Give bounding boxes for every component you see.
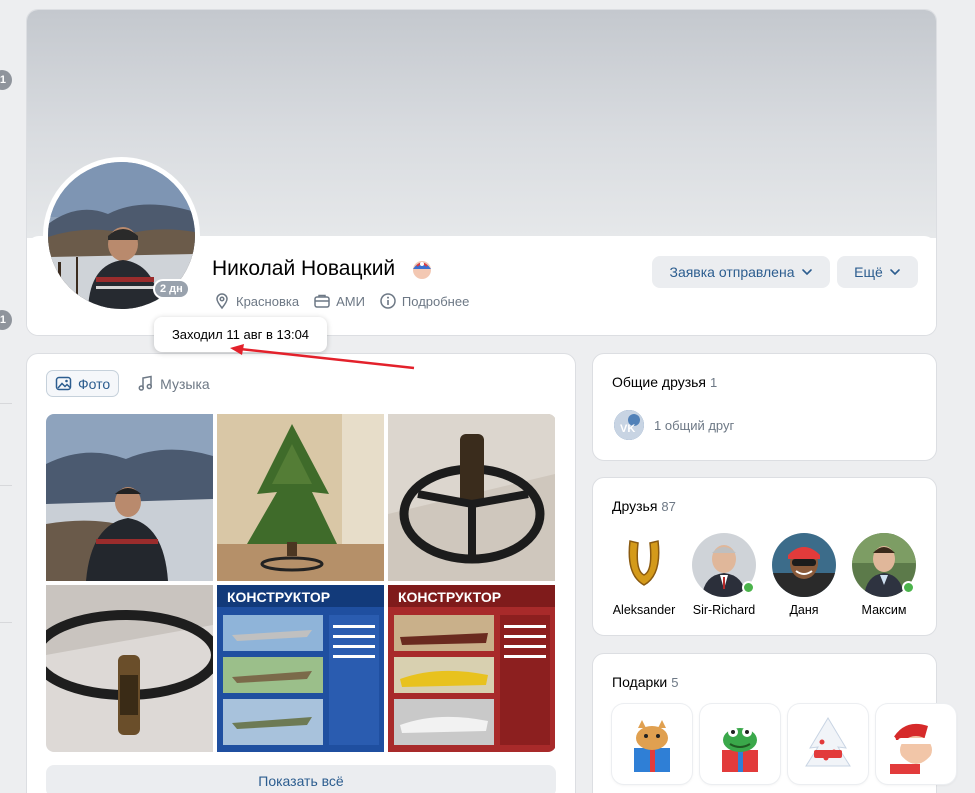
more-actions-label: Ещё bbox=[854, 264, 883, 280]
common-friends-card: Общие друзья 1 VK 1 общий друг bbox=[592, 353, 937, 461]
tab-photos-label: Фото bbox=[78, 375, 111, 392]
work-label: АМИ bbox=[336, 293, 365, 309]
profile-meta: Красновка АМИ Подробнее bbox=[213, 292, 469, 310]
chevron-down-icon bbox=[890, 269, 900, 276]
friend-name: Максим bbox=[861, 603, 907, 617]
friends-count: 87 bbox=[661, 499, 676, 514]
online-indicator bbox=[742, 581, 755, 594]
avatar bbox=[772, 533, 836, 597]
friend-name: Aleksander bbox=[612, 603, 676, 617]
gifts-card: Подарки 5 bbox=[592, 653, 956, 793]
chevron-down-icon bbox=[801, 269, 812, 276]
friends-list: Aleksander Sir-Richard Даня Максим bbox=[612, 533, 916, 617]
photo-thumbnail[interactable] bbox=[217, 414, 384, 581]
more-actions-button[interactable]: Ещё bbox=[837, 256, 918, 288]
svg-text:КОНСТРУКТОР: КОНСТРУКТОР bbox=[227, 589, 330, 605]
avatar bbox=[612, 533, 676, 597]
common-friends-text: 1 общий друг bbox=[654, 417, 735, 433]
emoji-status-icon[interactable] bbox=[411, 258, 433, 280]
work-item[interactable]: АМИ bbox=[313, 292, 365, 310]
sidebar-divider bbox=[0, 485, 12, 486]
friend-request-label: Заявка отправлена bbox=[669, 264, 795, 280]
photo-thumbnail[interactable]: КОНСТРУКТОР bbox=[388, 585, 555, 752]
friend-name: Даня bbox=[789, 603, 819, 617]
common-friends-title[interactable]: Общие друзья 1 bbox=[612, 374, 717, 390]
city-label: Красновка bbox=[236, 293, 300, 309]
info-icon bbox=[380, 293, 396, 309]
music-note-icon bbox=[138, 375, 153, 391]
gift-item[interactable] bbox=[700, 704, 780, 784]
friend-item[interactable]: Sir-Richard bbox=[692, 533, 756, 617]
sidebar-divider bbox=[0, 622, 12, 623]
photo-thumbnail[interactable] bbox=[388, 414, 555, 581]
gift-santa-icon bbox=[888, 723, 934, 774]
common-friend-avatar: VK bbox=[614, 410, 644, 440]
tab-music-label: Музыка bbox=[160, 375, 210, 392]
friend-item[interactable]: Максим bbox=[852, 533, 916, 617]
friend-item[interactable]: Даня bbox=[772, 533, 836, 617]
gift-tree-icon bbox=[805, 717, 851, 767]
last-seen-badge: 2 дн bbox=[153, 279, 190, 299]
more-info-link[interactable]: Подробнее bbox=[379, 292, 469, 310]
online-indicator bbox=[902, 581, 915, 594]
tab-music[interactable]: Музыка bbox=[129, 370, 218, 397]
photo-grid: КОНСТРУКТОР КОНСТРУКТОР bbox=[46, 414, 556, 752]
common-friends-count: 1 bbox=[710, 375, 718, 390]
friend-request-sent-button[interactable]: Заявка отправлена bbox=[652, 256, 830, 288]
city-item: Красновка bbox=[213, 292, 299, 310]
friend-name: Sir-Richard bbox=[692, 603, 756, 617]
svg-text:VK: VK bbox=[620, 423, 635, 435]
briefcase-icon bbox=[314, 294, 330, 308]
media-tabs: Фото Музыка bbox=[46, 370, 218, 397]
sidebar-counter-badge: 1 bbox=[0, 70, 12, 90]
gift-item[interactable] bbox=[612, 704, 692, 784]
friend-item[interactable]: Aleksander bbox=[612, 533, 676, 617]
gift-frogs-icon bbox=[722, 727, 758, 772]
profile-name: Николай Новацкий bbox=[212, 257, 396, 280]
media-card: Фото Музыка КОНСТРУКТОР КОНСТРУКТОР Пока… bbox=[26, 353, 576, 793]
tab-photos[interactable]: Фото bbox=[46, 370, 120, 397]
location-pin-icon bbox=[216, 293, 228, 310]
gift-item[interactable] bbox=[788, 704, 868, 784]
photo-thumbnail[interactable] bbox=[46, 585, 213, 752]
photo-thumbnail[interactable]: КОНСТРУКТОР bbox=[217, 585, 384, 752]
photo-icon bbox=[55, 376, 72, 391]
gift-item[interactable] bbox=[876, 704, 956, 784]
svg-text:КОНСТРУКТОР: КОНСТРУКТОР bbox=[398, 589, 501, 605]
annotation-arrow-icon bbox=[230, 344, 415, 370]
sidebar-divider bbox=[0, 403, 12, 404]
gifts-list bbox=[612, 704, 956, 784]
gift-cats-icon bbox=[634, 720, 670, 772]
gifts-title[interactable]: Подарки 5 bbox=[612, 674, 678, 690]
photo-thumbnail[interactable] bbox=[46, 414, 213, 581]
common-friends-link[interactable]: VK 1 общий друг bbox=[614, 410, 734, 440]
friends-card: Друзья 87 Aleksander Sir-Richard Даня Ма… bbox=[592, 477, 937, 636]
more-info-label: Подробнее bbox=[401, 293, 470, 309]
sidebar-counter-badge: 1 bbox=[0, 310, 12, 330]
show-all-button[interactable]: Показать всё bbox=[46, 765, 556, 793]
friends-title[interactable]: Друзья 87 bbox=[612, 498, 676, 514]
gifts-count: 5 bbox=[671, 675, 679, 690]
